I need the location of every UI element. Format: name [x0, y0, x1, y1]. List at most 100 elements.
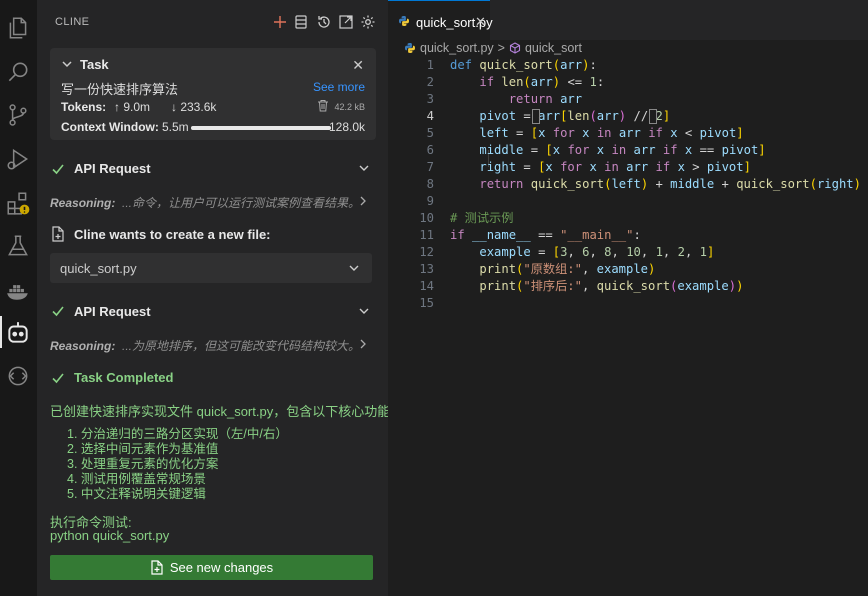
extensions-icon[interactable]	[5, 190, 31, 216]
context-progress-fill	[191, 126, 331, 130]
history-icon[interactable]	[315, 13, 333, 31]
line-number: 7	[426, 160, 434, 174]
line-number: 5	[426, 126, 434, 140]
context-used: 5.5m	[162, 120, 189, 134]
line-number: 3	[426, 92, 434, 106]
tokens-down: ↓ 233.6k	[171, 100, 217, 114]
check-icon	[52, 164, 64, 175]
code-line: # 测试示例	[450, 211, 514, 225]
close-icon[interactable]: ✕	[352, 57, 364, 74]
code-line: if __name__ == "__main__":	[450, 228, 641, 242]
check-icon	[52, 306, 64, 317]
tokens-label: Tokens:	[61, 100, 107, 114]
history-list-icon[interactable]	[292, 13, 310, 31]
api-request-title[interactable]: API Request	[74, 304, 151, 319]
function-symbol-icon	[509, 42, 521, 54]
panel-title: CLINE	[55, 16, 90, 28]
context-progress-bar	[191, 126, 331, 130]
explorer-icon[interactable]	[5, 15, 31, 41]
task-description: 写一份快速排序算法	[61, 82, 179, 97]
list-item: 3. 处理重复元素的优化方案	[67, 457, 219, 471]
chevron-down-icon[interactable]	[358, 162, 370, 174]
line-number: 6	[426, 143, 434, 157]
tab-quick-sort[interactable]: quick_sort.py ✕	[388, 0, 493, 40]
line-number: 2	[426, 75, 434, 89]
chevron-down-icon[interactable]	[358, 305, 370, 317]
code-line: def quick_sort(arr):	[450, 58, 597, 72]
chevron-right-icon[interactable]	[358, 339, 368, 349]
list-item: 5. 中文注释说明关键逻辑	[67, 487, 206, 501]
task-completed-title: Task Completed	[74, 370, 174, 385]
file-name: quick_sort.py	[60, 261, 137, 276]
active-indicator	[0, 316, 2, 348]
code-line: pivot = arr[len(arr) // 2]	[479, 109, 671, 123]
context-window-label: Context Window:	[61, 120, 159, 134]
run-command: python quick_sort.py	[50, 528, 170, 543]
reasoning-row[interactable]: Reasoning: ...命令，让用户可以运行测试案例查看结果。	[50, 194, 360, 211]
reasoning-row[interactable]: Reasoning: ...为原地排序，但这可能改变代码结构较大。	[50, 337, 360, 354]
python-file-icon	[399, 16, 409, 26]
search-icon[interactable]	[5, 59, 31, 85]
line-number: 10	[419, 211, 434, 225]
plus-icon[interactable]	[271, 13, 289, 31]
tokens-up: ↑ 9.0m	[114, 100, 151, 114]
line-number: 11	[419, 228, 434, 242]
docker-icon[interactable]	[5, 277, 31, 303]
line-number: 15	[419, 296, 434, 310]
line-number: 1	[426, 58, 434, 72]
code-line: left = [x for x in arr if x < pivot]	[479, 126, 744, 140]
reasoning-label: Reasoning:	[50, 339, 116, 353]
close-icon[interactable]: ✕	[475, 14, 486, 30]
chevron-right-icon[interactable]	[358, 196, 368, 206]
code-line: if len(arr) <= 1:	[479, 75, 605, 89]
reasoning-label: Reasoning:	[50, 196, 116, 210]
panel-header: CLINE	[37, 0, 388, 44]
list-item: 1. 分治递归的三路分区实现（左/中/右）	[67, 427, 288, 441]
code-line: print("排序后:", quick_sort(example))	[479, 279, 744, 293]
breadcrumb-file[interactable]: quick_sort.py	[420, 41, 494, 55]
testing-icon[interactable]	[5, 233, 31, 259]
context-total: 128.0k	[328, 120, 365, 134]
code-line: return quick_sort(left) + middle + quick…	[479, 177, 861, 191]
trash-icon[interactable]	[317, 99, 329, 112]
python-file-icon	[405, 43, 415, 53]
breadcrumb-separator: >	[497, 41, 505, 55]
code-line: right = [x for x in arr if x > pivot]	[479, 160, 751, 174]
file-dropdown[interactable]: quick_sort.py	[50, 253, 372, 283]
check-icon	[52, 373, 64, 384]
source-control-icon[interactable]	[5, 102, 31, 128]
editor: quick_sort.py ✕ quick_sort.py > quick_so…	[388, 0, 868, 596]
remote-icon[interactable]	[5, 363, 31, 389]
code-line: print("原数组:", example)	[479, 262, 656, 276]
see-new-changes-label: See new changes	[169, 560, 274, 575]
run-debug-icon[interactable]	[5, 146, 31, 172]
reasoning-text: ...为原地排序，但这可能改变代码结构较大。	[122, 339, 361, 353]
tab-bar: quick_sort.py ✕	[388, 0, 868, 40]
list-item: 2. 选择中间元素作为基准值	[67, 442, 219, 456]
see-more-link[interactable]: See more	[313, 80, 365, 94]
popout-icon[interactable]	[337, 13, 355, 31]
cline-panel: CLINE Task ✕ 写一份快速排序算法 See more Tokens: …	[37, 0, 388, 596]
chevron-down-icon[interactable]	[61, 58, 73, 70]
chevron-down-icon	[349, 265, 359, 271]
code-line: return arr	[508, 92, 583, 106]
settings-icon[interactable]	[359, 13, 377, 31]
breadcrumb: quick_sort.py > quick_sort	[404, 40, 582, 56]
list-item: 4. 测试用例覆盖常规场景	[67, 472, 206, 486]
bracket-match	[532, 109, 540, 124]
activity-bar	[0, 0, 37, 596]
line-number: 13	[419, 262, 434, 276]
cline-icon[interactable]	[5, 320, 31, 346]
reasoning-text: ...命令，让用户可以运行测试案例查看结果。	[122, 196, 361, 210]
new-file-icon	[151, 560, 163, 575]
bracket-match	[649, 109, 657, 124]
line-number: 12	[419, 245, 434, 259]
breadcrumb-symbol[interactable]: quick_sort	[525, 41, 582, 55]
api-request-title[interactable]: API Request	[74, 161, 151, 176]
task-card: Task ✕ 写一份快速排序算法 See more Tokens: ↑ 9.0m…	[50, 48, 376, 140]
see-new-changes-button[interactable]: See new changes	[50, 555, 373, 580]
task-title: Task	[80, 57, 109, 72]
line-number: 9	[426, 194, 434, 208]
feature-list: 1. 分治递归的三路分区实现（左/中/右） 2. 选择中间元素作为基准值 3. …	[67, 427, 288, 502]
line-number: 8	[426, 177, 434, 191]
